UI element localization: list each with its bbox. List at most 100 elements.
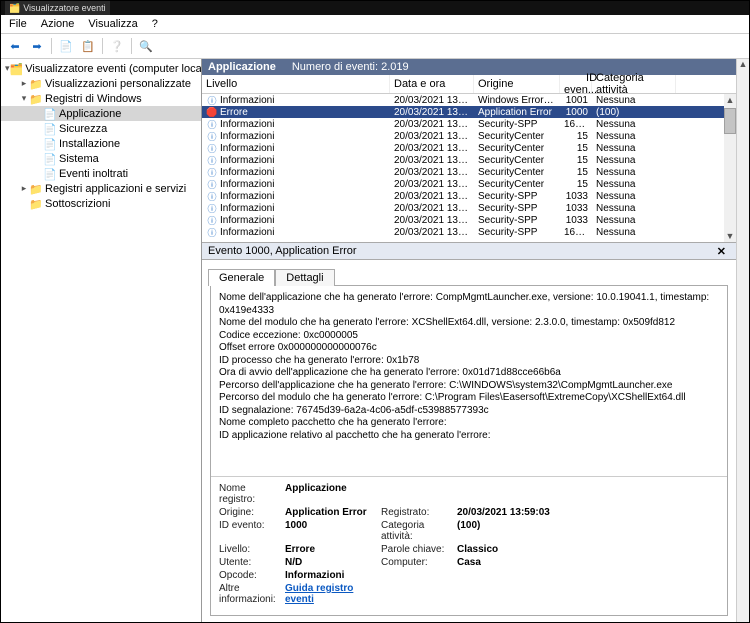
toolbar-separator (102, 38, 103, 54)
tree-item[interactable]: ▸📁Visualizzazioni personalizzate (1, 76, 201, 91)
detail-text: Nome dell'applicazione che ha generato l… (211, 286, 727, 477)
event-category: Nessuna (592, 167, 676, 178)
meta-opcode-label: Opcode: (219, 570, 279, 581)
detail-header: Evento 1000, Application Error ✕ (202, 242, 736, 260)
twisty-icon[interactable]: ▸ (19, 183, 29, 194)
meta-categoria-value: (100) (457, 520, 567, 542)
col-cat[interactable]: Categoria attività (592, 75, 676, 93)
back-button[interactable]: ⬅ (5, 36, 25, 56)
list-columns: Livello Data e ora Origine ID even... Ca… (202, 75, 736, 94)
event-category: (100) (592, 107, 676, 118)
detail-tabs: Generale Dettagli (202, 260, 736, 285)
toolbar-separator (51, 38, 52, 54)
meta-computer-value: Casa (457, 557, 567, 568)
tree-item[interactable]: ▾📁Registri di Windows (1, 91, 201, 106)
meta-parole-value: Classico (457, 544, 567, 555)
event-row[interactable]: ⓘInformazioni20/03/2021 13:55:59Security… (202, 214, 736, 226)
col-id[interactable]: ID even... (560, 75, 592, 93)
tree-item[interactable]: 📄Sistema (1, 151, 201, 166)
col-source[interactable]: Origine (474, 75, 560, 93)
event-id: 1001 (560, 95, 592, 106)
event-id: 15 (560, 143, 592, 154)
event-row[interactable]: ⓘInformazioni20/03/2021 13:55:58Security… (202, 226, 736, 238)
event-level: Informazioni (220, 95, 274, 106)
event-date: 20/03/2021 13:56:00 (390, 191, 474, 202)
scroll-up-icon[interactable]: ▲ (739, 59, 748, 69)
col-livello[interactable]: Livello (202, 75, 390, 93)
event-id: 16384 (560, 119, 592, 130)
nav-tree[interactable]: ▾ 🗂️ Visualizzatore eventi (computer loc… (1, 59, 202, 622)
actions-pane-scrollbar[interactable]: ▲ (736, 59, 749, 622)
tree-item[interactable]: ▸📁Registri applicazioni e servizi (1, 181, 201, 196)
event-row[interactable]: 🛑Errore20/03/2021 13:59:03Application Er… (202, 106, 736, 118)
event-id: 1033 (560, 203, 592, 214)
event-row[interactable]: ⓘInformazioni20/03/2021 13:56:18Security… (202, 166, 736, 178)
event-id: 16394 (560, 227, 592, 238)
event-row[interactable]: ⓘInformazioni20/03/2021 13:55:59Security… (202, 202, 736, 214)
detail-box: Nome dell'applicazione che ha generato l… (210, 285, 728, 616)
forward-button[interactable]: ➡ (27, 36, 47, 56)
list-button[interactable]: 📋 (78, 36, 98, 56)
tree-item[interactable]: 📄Sicurezza (1, 121, 201, 136)
tab-generale[interactable]: Generale (208, 269, 275, 286)
event-category: Nessuna (592, 143, 676, 154)
help-button[interactable]: ❔ (107, 36, 127, 56)
log-icon: 📄 (43, 123, 57, 135)
event-level: Informazioni (220, 119, 274, 130)
col-date[interactable]: Data e ora (390, 75, 474, 93)
event-source: SecurityCenter (474, 155, 560, 166)
info-icon: ⓘ (206, 154, 218, 166)
menu-visualizza[interactable]: Visualizza (82, 17, 143, 31)
menu-help[interactable]: ? (146, 17, 164, 31)
event-id: 15 (560, 155, 592, 166)
event-list-scrollbar[interactable]: ▲ ▼ (724, 94, 736, 242)
event-row[interactable]: ⓘInformazioni20/03/2021 13:56:15Security… (202, 178, 736, 190)
detail-close-button[interactable]: ✕ (713, 245, 730, 258)
tree-item[interactable]: 📄Eventi inoltrati (1, 166, 201, 181)
info-icon: ⓘ (206, 226, 218, 238)
browse-button[interactable]: 📄 (56, 36, 76, 56)
meta-categoria-label: Categoria attività: (381, 520, 451, 542)
info-icon: ⓘ (206, 142, 218, 154)
event-date: 20/03/2021 13:56:37 (390, 119, 474, 130)
event-level: Errore (220, 107, 248, 118)
taskbar-tab-active[interactable]: 🗂️ Visualizzatore eventi (5, 1, 110, 15)
twisty-icon[interactable]: ▾ (19, 93, 29, 104)
os-taskbar: 🗂️ Visualizzatore eventi (1, 1, 749, 15)
error-icon: 🛑 (206, 106, 218, 118)
event-row[interactable]: ⓘInformazioni20/03/2021 13:56:22Security… (202, 142, 736, 154)
event-level: Informazioni (220, 191, 274, 202)
twisty-icon[interactable]: ▸ (19, 78, 29, 89)
tree-item-label: Sottoscrizioni (45, 198, 110, 210)
event-row[interactable]: ⓘInformazioni20/03/2021 13:56:24Security… (202, 130, 736, 142)
event-source: SecurityCenter (474, 179, 560, 190)
guida-registro-link[interactable]: Guida registro eventi (285, 583, 353, 605)
tree-item[interactable]: 📄Installazione (1, 136, 201, 151)
event-level: Informazioni (220, 227, 274, 238)
tree-item[interactable]: 📁Sottoscrizioni (1, 196, 201, 211)
event-row[interactable]: ⓘInformazioni20/03/2021 13:56:00Security… (202, 190, 736, 202)
event-row[interactable]: ⓘInformazioni20/03/2021 13:59:04Windows … (202, 94, 736, 106)
tab-dettagli[interactable]: Dettagli (275, 269, 334, 286)
menu-file[interactable]: File (3, 17, 33, 31)
scroll-up-icon[interactable]: ▲ (726, 94, 735, 106)
scroll-down-icon[interactable]: ▼ (726, 230, 735, 242)
meta-registrato-value: 20/03/2021 13:59:03 (457, 507, 567, 518)
event-list[interactable]: ⓘInformazioni20/03/2021 13:59:04Windows … (202, 94, 736, 242)
menu-azione[interactable]: Azione (35, 17, 81, 31)
event-row[interactable]: ⓘInformazioni20/03/2021 13:56:37Security… (202, 118, 736, 130)
scroll-thumb[interactable] (724, 108, 736, 134)
tree-root[interactable]: ▾ 🗂️ Visualizzatore eventi (computer loc… (1, 61, 201, 76)
tree-item[interactable]: 📄Applicazione (1, 106, 201, 121)
filter-button[interactable]: 🔍 (136, 36, 156, 56)
event-category: Nessuna (592, 227, 676, 238)
event-id: 15 (560, 167, 592, 178)
event-date: 20/03/2021 13:55:59 (390, 203, 474, 214)
meta-origine-label: Origine: (219, 507, 279, 518)
event-row[interactable]: ⓘInformazioni20/03/2021 13:56:20Security… (202, 154, 736, 166)
meta-altre-value[interactable]: Guida registro eventi (285, 583, 375, 605)
folder-icon: 📁 (29, 183, 43, 195)
event-id: 15 (560, 179, 592, 190)
event-source: SecurityCenter (474, 131, 560, 142)
arrow-right-icon: ➡ (32, 40, 41, 53)
